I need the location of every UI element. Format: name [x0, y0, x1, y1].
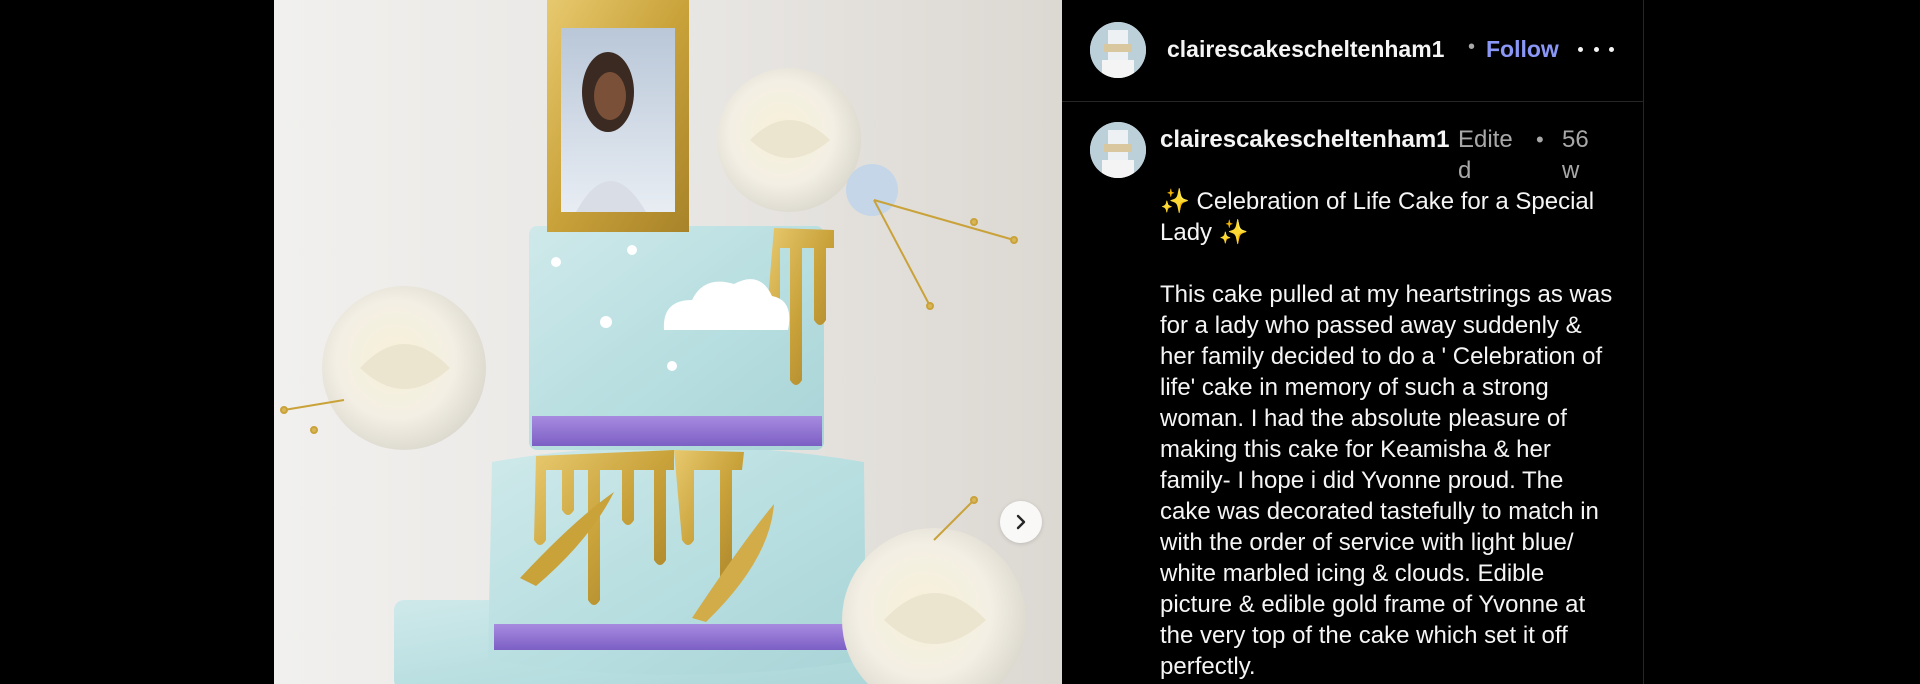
- more-options-icon[interactable]: [1578, 36, 1614, 62]
- caption-separator: •: [1536, 127, 1544, 152]
- edited-label: Edited: [1458, 126, 1513, 184]
- cake-photo-illustration: [274, 0, 1062, 684]
- follow-button[interactable]: Follow: [1486, 36, 1559, 63]
- post-details-panel: clairescakescheltenham1 • Follow claires…: [1062, 0, 1644, 684]
- post-author-username[interactable]: clairescakescheltenham1: [1167, 36, 1444, 63]
- header-separator: •: [1468, 36, 1476, 58]
- next-photo-button[interactable]: [1000, 501, 1042, 543]
- avatar-cake-image: [1090, 122, 1146, 178]
- post-photo[interactable]: [274, 0, 1062, 684]
- avatar-cake-image: [1090, 22, 1146, 78]
- post-age[interactable]: 56w: [1562, 124, 1594, 186]
- caption-text: ✨ Celebration of Life Cake for a Special…: [1160, 188, 1613, 680]
- more-dot: [1593, 46, 1599, 52]
- post-viewer: clairescakescheltenham1 • Follow claires…: [0, 0, 1920, 684]
- caption-username[interactable]: clairescakescheltenham1: [1160, 124, 1452, 155]
- avatar[interactable]: [1090, 22, 1146, 78]
- more-dot: [1609, 46, 1614, 52]
- more-dot: [1578, 46, 1583, 52]
- post-header: clairescakescheltenham1 • Follow: [1062, 0, 1643, 102]
- chevron-right-icon: [1016, 514, 1026, 530]
- caption-avatar[interactable]: [1090, 122, 1146, 178]
